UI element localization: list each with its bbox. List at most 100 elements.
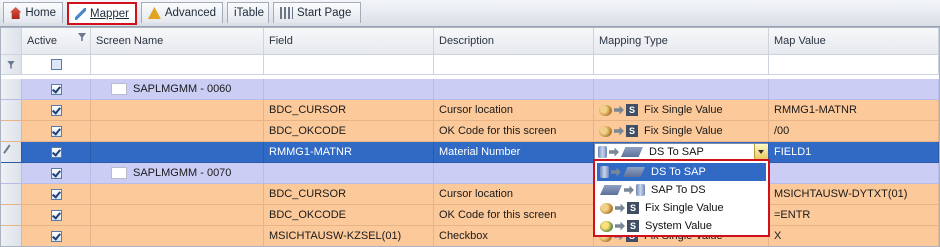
advanced-icon — [148, 7, 161, 19]
active-cell[interactable] — [22, 226, 91, 246]
table-row[interactable]: MSICHTAUSW-KZSEL(01) Checkbox S Fix Sing… — [1, 226, 939, 246]
column-header-field[interactable]: Field — [264, 28, 434, 55]
mapping-type-cell[interactable]: S Fix Single Value — [594, 100, 769, 121]
mapping-type-dropdown-list: DS To SAP SAP To DS S Fix Single Value S… — [593, 159, 770, 237]
filter-screen-name[interactable] — [91, 55, 264, 75]
map-value-cell[interactable]: RMMG1-MATNR — [769, 100, 939, 121]
tab-label: Home — [25, 7, 56, 19]
mapping-type-cell[interactable]: S Fix Single Value — [594, 121, 769, 142]
screen-name-cell — [91, 100, 264, 121]
filter-icon[interactable] — [78, 33, 86, 41]
table-row-selected[interactable]: RMMG1-MATNR Material Number DS To SAP FI… — [1, 142, 939, 163]
column-header-active[interactable]: Active — [22, 28, 91, 55]
edit-pencil-icon — [3, 144, 19, 160]
dropdown-option-system-value[interactable]: S System Value — [597, 217, 766, 235]
field-cell: BDC_OKCODE — [264, 121, 434, 142]
active-checkbox[interactable] — [50, 167, 62, 179]
active-checkbox[interactable] — [50, 104, 62, 116]
folder-icon — [111, 167, 127, 179]
mapping-grid: Active Screen Name Field Description Map… — [0, 27, 940, 247]
tab-itable[interactable]: iTable — [227, 2, 269, 23]
map-value-cell[interactable]: =ENTR — [769, 205, 939, 226]
filter-row-header — [1, 55, 22, 75]
row-header — [1, 79, 22, 100]
tab-label: Start Page — [297, 7, 352, 19]
table-row[interactable]: SAPLMGMM - 0070 — [1, 163, 939, 184]
active-cell[interactable] — [22, 79, 91, 100]
tab-start-page[interactable]: Start Page — [273, 2, 361, 23]
table-row[interactable]: BDC_CURSOR Cursor location S Fix Single … — [1, 100, 939, 121]
active-checkbox[interactable] — [50, 188, 62, 200]
active-cell[interactable] — [22, 205, 91, 226]
fix-single-value-icon: S — [599, 104, 638, 116]
tab-advanced[interactable]: Advanced — [141, 2, 223, 23]
filter-description[interactable] — [434, 55, 594, 75]
screen-name-cell — [91, 121, 264, 142]
active-checkbox[interactable] — [50, 83, 62, 95]
filter-active[interactable] — [22, 55, 91, 75]
filter-row — [1, 55, 939, 75]
screen-name-cell — [91, 142, 264, 163]
home-icon — [10, 7, 22, 19]
start-page-icon — [280, 7, 293, 19]
field-cell: MSICHTAUSW-KZSEL(01) — [264, 226, 434, 246]
active-cell[interactable] — [22, 142, 91, 163]
active-cell[interactable] — [22, 100, 91, 121]
tab-mapper[interactable]: Mapper — [67, 2, 137, 25]
row-header — [1, 226, 22, 246]
screen-name-cell — [91, 184, 264, 205]
dropdown-option-sap-to-ds[interactable]: SAP To DS — [597, 181, 766, 199]
tab-label: iTable — [234, 7, 265, 19]
filter-map-value[interactable] — [769, 55, 939, 75]
ds-to-sap-icon — [598, 146, 643, 158]
active-cell[interactable] — [22, 163, 91, 184]
mapper-icon — [75, 7, 86, 20]
column-header-row: Active Screen Name Field Description Map… — [1, 28, 939, 55]
active-cell[interactable] — [22, 184, 91, 205]
row-header — [1, 184, 22, 205]
dropdown-option-ds-to-sap[interactable]: DS To SAP — [597, 163, 766, 181]
row-header — [1, 205, 22, 226]
table-row[interactable]: SAPLMGMM - 0060 — [1, 79, 939, 100]
map-value-cell[interactable] — [769, 163, 939, 184]
dropdown-option-fix-single-value[interactable]: S Fix Single Value — [597, 199, 766, 217]
column-header-description[interactable]: Description — [434, 28, 594, 55]
map-value-cell[interactable] — [769, 79, 939, 100]
map-value-cell[interactable]: X — [769, 226, 939, 246]
description-cell: Checkbox — [434, 226, 594, 246]
map-value-cell[interactable]: MSICHTAUSW-DYTXT(01) — [769, 184, 939, 205]
row-header-corner — [1, 28, 22, 55]
field-cell: RMMG1-MATNR — [264, 142, 434, 163]
active-cell[interactable] — [22, 121, 91, 142]
filter-mapping-type[interactable] — [594, 55, 769, 75]
fix-single-value-icon: S — [600, 202, 639, 214]
table-row[interactable]: BDC_OKCODE OK Code for this screen S Fix… — [1, 121, 939, 142]
column-header-screen-name[interactable]: Screen Name — [91, 28, 264, 55]
mapping-type-cell[interactable] — [594, 79, 769, 100]
table-row[interactable]: BDC_CURSOR Cursor location MSICHTAUSW-DY… — [1, 184, 939, 205]
system-value-icon: S — [600, 220, 639, 232]
description-cell — [434, 163, 594, 184]
active-checkbox[interactable] — [50, 125, 62, 137]
map-value-cell[interactable]: /00 — [769, 121, 939, 142]
tab-home[interactable]: Home — [3, 2, 63, 23]
filter-checkbox[interactable] — [50, 59, 62, 70]
column-header-mapping-type[interactable]: Mapping Type — [594, 28, 769, 55]
filter-icon — [7, 60, 15, 69]
row-header — [1, 142, 22, 163]
field-cell — [264, 79, 434, 100]
description-cell: Material Number — [434, 142, 594, 163]
filter-field[interactable] — [264, 55, 434, 75]
table-row[interactable]: BDC_OKCODE OK Code for this screen =ENTR — [1, 205, 939, 226]
column-header-map-value[interactable]: Map Value — [769, 28, 939, 55]
dropdown-arrow-button[interactable] — [754, 144, 768, 160]
active-checkbox[interactable] — [50, 230, 62, 242]
tab-label: Advanced — [164, 7, 216, 19]
description-cell: Cursor location — [434, 184, 594, 205]
active-checkbox[interactable] — [50, 209, 62, 221]
map-value-cell[interactable]: FIELD1 — [769, 142, 939, 163]
sap-to-ds-icon — [600, 184, 645, 196]
active-checkbox[interactable] — [50, 146, 62, 158]
description-cell: OK Code for this screen — [434, 121, 594, 142]
field-cell: BDC_CURSOR — [264, 184, 434, 205]
